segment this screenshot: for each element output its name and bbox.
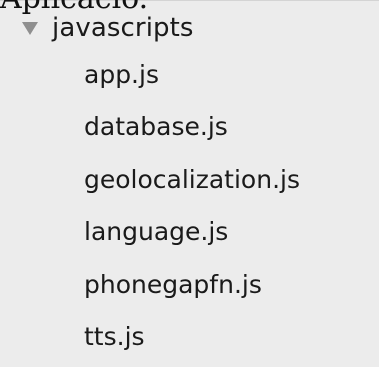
file-item-tts-js[interactable]: tts.js <box>0 311 379 364</box>
disclosure-triangle-icon[interactable] <box>22 21 38 35</box>
file-list: app.js database.js geolocalization.js la… <box>0 48 379 363</box>
file-tree-panel: javascripts app.js database.js geolocali… <box>0 0 379 367</box>
page: javascripts app.js database.js geolocali… <box>0 0 379 367</box>
file-item-language-js[interactable]: language.js <box>0 206 379 259</box>
cropped-heading-text: Aplicació. <box>0 0 148 19</box>
file-item-app-js[interactable]: app.js <box>0 48 379 101</box>
file-item-phonegapfn-js[interactable]: phonegapfn.js <box>0 258 379 311</box>
file-item-database-js[interactable]: database.js <box>0 101 379 154</box>
file-item-geolocalization-js[interactable]: geolocalization.js <box>0 153 379 206</box>
